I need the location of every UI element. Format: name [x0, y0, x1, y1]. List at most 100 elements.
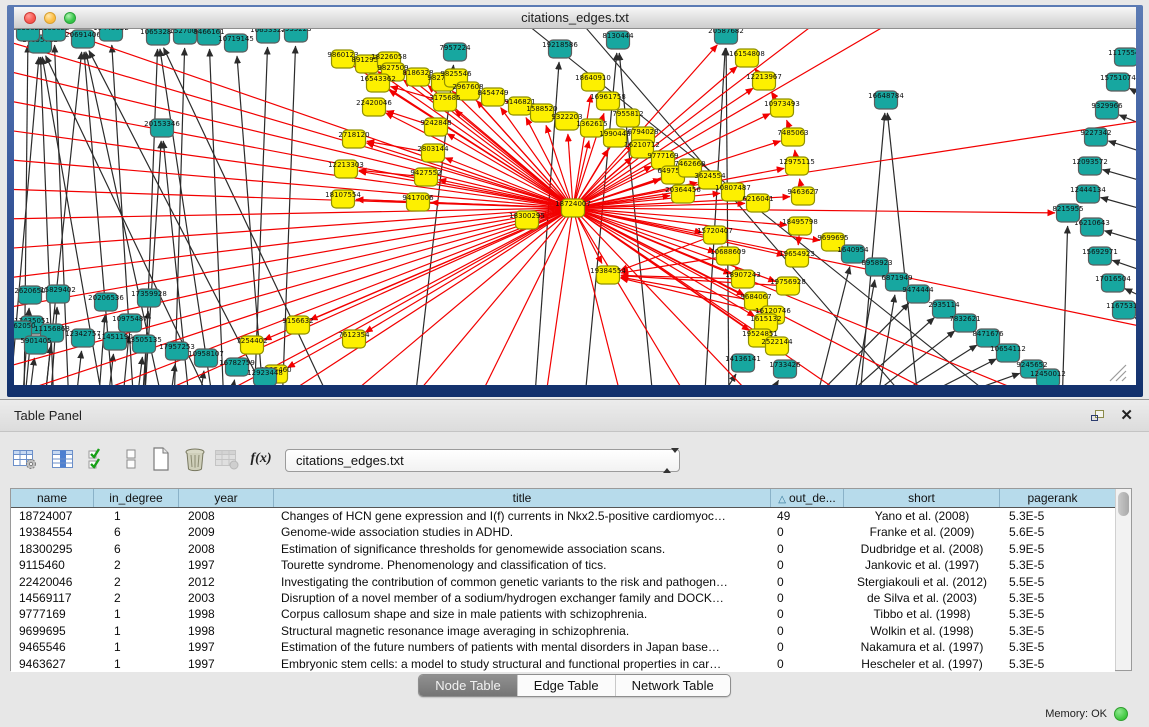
toggle-column-icon[interactable] [48, 445, 78, 473]
vertical-scrollbar[interactable] [1115, 489, 1131, 670]
graph-edge[interactable] [229, 380, 235, 385]
graph-node[interactable]: 19218586 [542, 40, 578, 58]
graph-node[interactable]: 12213967 [746, 72, 782, 90]
table-row[interactable]: 2242004622012Investigating the contribut… [11, 574, 1115, 590]
new-document-icon[interactable] [146, 445, 176, 473]
column-header-year[interactable]: year [179, 489, 274, 507]
graph-edge[interactable] [1062, 226, 1068, 385]
graph-node[interactable]: 16154808 [729, 49, 765, 67]
graph-edge[interactable] [1108, 141, 1136, 154]
table-row[interactable]: 1872400712008Changes of HCN gene express… [11, 508, 1115, 524]
table-settings-icon[interactable] [10, 445, 40, 473]
graph-node[interactable]: 15692971 [1082, 247, 1118, 265]
table-row[interactable]: 1456911722003Disruption of a novel membe… [11, 590, 1115, 606]
graph-edge[interactable] [1104, 231, 1136, 244]
close-panel-icon[interactable]: ✕ [1120, 409, 1133, 423]
graph-node[interactable]: 8130444 [602, 31, 634, 49]
column-header-title[interactable]: title [274, 489, 771, 507]
graph-node[interactable]: 6216041 [742, 194, 773, 212]
column-header-short[interactable]: short [844, 489, 1000, 507]
graph-node[interactable]: 8133022 [38, 29, 69, 41]
resize-grip-icon[interactable] [1122, 377, 1126, 381]
graph-edge[interactable] [852, 280, 875, 385]
graph-edge[interactable] [210, 49, 224, 385]
table-row[interactable]: 1938455462009Genome-wide association stu… [11, 524, 1115, 540]
graph-node[interactable]: 9935223 [280, 29, 311, 42]
column-header-in_degree[interactable]: in_degree [94, 489, 179, 507]
graph-node[interactable]: 20364456 [665, 185, 701, 203]
graph-edge[interactable] [573, 208, 1055, 213]
graph-node[interactable]: 5901405 [20, 336, 51, 354]
network-canvas[interactable]: 1872400798601238912954182260589827509165… [14, 29, 1136, 385]
graph-node[interactable]: 1733426 [769, 360, 801, 378]
graph-edge[interactable] [1125, 289, 1136, 300]
graph-node[interactable]: 14136141 [725, 354, 761, 372]
column-header-pagerank[interactable]: pagerank [1000, 489, 1105, 507]
network-graph[interactable]: 1872400798601238912954182260589827509165… [14, 29, 1136, 385]
tab-edge-table[interactable]: Edge Table [517, 675, 615, 696]
graph-node[interactable]: 7957224 [439, 43, 471, 61]
graph-edge[interactable] [14, 39, 573, 208]
graph-edge[interactable] [573, 208, 1136, 329]
graph-node[interactable]: 9227342 [1080, 128, 1111, 146]
scrollbar-thumb[interactable] [1118, 492, 1129, 516]
graph-node[interactable]: 18640910 [575, 73, 611, 91]
table-select[interactable]: citations_edges.txt [285, 449, 680, 472]
table-row[interactable]: 1830029562008Estimation of significance … [11, 541, 1115, 557]
graph-node[interactable]: 12450012 [1030, 369, 1066, 385]
graph-edge[interactable] [160, 49, 214, 385]
graph-edge[interactable] [75, 351, 82, 385]
column-header-name[interactable]: name [11, 489, 94, 507]
column-header-out_de[interactable]: △out_de... [771, 489, 844, 507]
graph-node[interactable]: 10719145 [218, 34, 254, 52]
graph-node[interactable]: 3175685 [429, 93, 460, 111]
graph-node[interactable]: 9242848 [420, 118, 451, 136]
graph-node[interactable]: 20587682 [708, 29, 744, 44]
graph-edge[interactable] [573, 208, 694, 385]
graph-edge[interactable] [445, 158, 573, 208]
window-titlebar[interactable]: citations_edges.txt [14, 7, 1136, 29]
table-row[interactable]: 946554611997Estimation of the future num… [11, 639, 1115, 655]
graph-edge[interactable] [832, 318, 934, 385]
graph-edge[interactable] [1129, 88, 1136, 99]
graph-edge[interactable] [814, 267, 850, 385]
table-row[interactable]: 977716911998Corpus callosum shape and si… [11, 606, 1115, 622]
graph-node[interactable]: 12342757 [65, 329, 101, 347]
graph-node[interactable]: 13505135 [126, 335, 162, 353]
graph-edge[interactable] [404, 208, 573, 385]
table-row[interactable]: 969969511998Structural magnetic resonanc… [11, 623, 1115, 639]
graph-edge[interactable] [1112, 260, 1136, 273]
graph-node[interactable]: 12444134 [1070, 185, 1106, 203]
graph-edge[interactable] [876, 345, 977, 385]
graph-node[interactable]: 9156632 [282, 316, 313, 334]
table-row[interactable]: 946362711997Embryonic stem cells: a mode… [11, 656, 1115, 672]
graph-node[interactable]: 7485063 [777, 128, 808, 146]
graph-node[interactable]: 7612354 [338, 330, 370, 348]
select-rows-icon[interactable] [84, 445, 114, 473]
graph-node[interactable]: 8215955 [1052, 204, 1083, 222]
graph-node[interactable]: 9329966 [1091, 101, 1123, 119]
graph-edge[interactable] [762, 380, 779, 385]
graph-edge[interactable] [366, 143, 573, 208]
graph-node[interactable]: 7254402 [236, 336, 267, 354]
graph-node[interactable]: 2718120 [338, 130, 369, 148]
graph-edge[interactable] [568, 134, 573, 208]
graph-node[interactable]: 12093572 [1072, 157, 1108, 175]
graph-edge[interactable] [98, 315, 105, 385]
resize-grip-icon[interactable] [1116, 371, 1126, 381]
graph-edge[interactable] [1101, 197, 1136, 211]
graph-edge[interactable] [704, 48, 725, 385]
graph-node[interactable]: 9417006 [402, 193, 434, 211]
function-fx-icon[interactable]: f(x) [246, 445, 276, 473]
graph-node[interactable]: 11175544 [1108, 48, 1136, 66]
graph-node[interactable]: 19756928 [770, 277, 806, 295]
float-window-icon[interactable] [1091, 409, 1106, 423]
graph-edge[interactable] [1119, 115, 1136, 127]
graph-edge[interactable] [14, 208, 573, 369]
graph-node[interactable]: 11675310 [1106, 301, 1136, 319]
graph-node[interactable]: 20206536 [88, 293, 124, 311]
graph-edge[interactable] [1102, 170, 1136, 183]
tab-network-table[interactable]: Network Table [615, 675, 730, 696]
graph-edge[interactable] [136, 357, 142, 385]
graph-node[interactable]: 7955812 [612, 109, 643, 127]
